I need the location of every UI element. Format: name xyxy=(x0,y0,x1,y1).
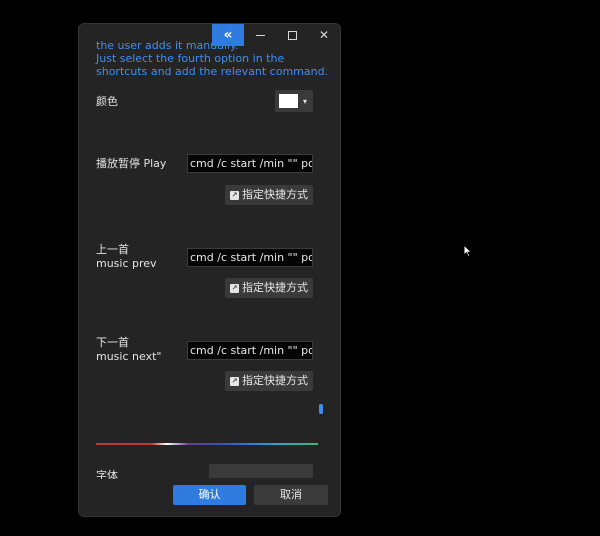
cancel-button[interactable]: 取消 xyxy=(254,485,328,505)
play-pause-shortcut-button[interactable]: ↗ 指定快捷方式 xyxy=(225,185,313,205)
close-button[interactable]: ✕ xyxy=(308,24,340,46)
prev-track-command-input[interactable]: cmd /c start /min "" powershell xyxy=(187,248,313,267)
next-track-shortcut-button[interactable]: ↗ 指定快捷方式 xyxy=(225,371,313,391)
prev-track-label: 上一首 music prev xyxy=(96,243,157,270)
maximize-button[interactable] xyxy=(276,24,308,46)
dialog-footer: 确认 取消 xyxy=(79,479,340,516)
desktop: the user adds it manually. Just select t… xyxy=(0,0,600,536)
next-track-label: 下一首 music next" xyxy=(96,336,162,363)
next-track-command-input[interactable]: cmd /c start /min "" powershell xyxy=(187,341,313,360)
double-chevron-left-icon: « xyxy=(223,27,233,43)
shortcut-button-label: 指定快捷方式 xyxy=(242,188,308,201)
shortcut-icon: ↗ xyxy=(230,376,239,386)
prev-track-shortcut-button[interactable]: ↗ 指定快捷方式 xyxy=(225,278,313,298)
shortcut-icon: ↗ xyxy=(230,283,239,293)
maximize-icon xyxy=(287,30,297,40)
font-input[interactable] xyxy=(209,464,313,478)
color-gradient-bar xyxy=(96,443,318,445)
color-picker[interactable]: ▾ xyxy=(275,90,313,112)
shortcut-icon: ↗ xyxy=(230,190,239,200)
titlebar: « ✕ xyxy=(79,24,340,46)
collapse-button[interactable]: « xyxy=(212,24,244,46)
color-label: 颜色 xyxy=(96,95,118,108)
minimize-button[interactable] xyxy=(244,24,276,46)
scrollbar-thumb[interactable] xyxy=(319,404,323,414)
font-label: 字体 xyxy=(96,469,118,479)
shortcut-button-label: 指定快捷方式 xyxy=(242,374,308,387)
play-pause-label: 播放暂停 Play xyxy=(96,157,167,170)
close-icon: ✕ xyxy=(318,28,330,42)
confirm-button[interactable]: 确认 xyxy=(173,485,246,505)
shortcut-button-label: 指定快捷方式 xyxy=(242,281,308,294)
play-pause-command-input[interactable]: cmd /c start /min "" powershell xyxy=(187,154,313,173)
settings-scroll-area[interactable]: the user adds it manually. Just select t… xyxy=(79,24,340,479)
minimize-icon xyxy=(255,34,265,36)
settings-window: the user adds it manually. Just select t… xyxy=(78,23,341,517)
dropdown-caret-icon: ▾ xyxy=(303,96,308,106)
mouse-cursor-icon xyxy=(463,244,473,258)
color-swatch xyxy=(279,94,298,108)
